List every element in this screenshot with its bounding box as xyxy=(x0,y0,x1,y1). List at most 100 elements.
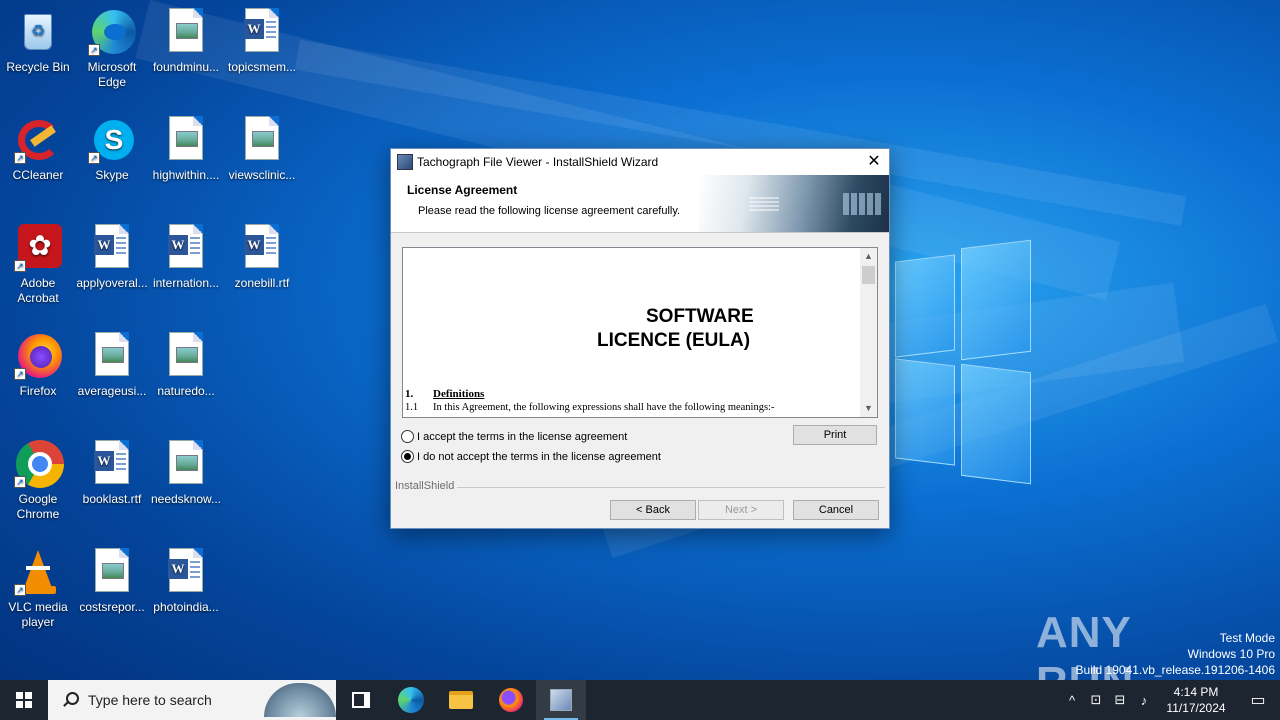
desktop-icon-file[interactable]: needsknow... xyxy=(148,434,224,507)
shortcut-arrow-icon: ↗ xyxy=(14,152,26,164)
shortcut-arrow-icon: ↗ xyxy=(88,44,100,56)
radio-decline-indicator[interactable] xyxy=(401,450,414,463)
acrobat-icon: ✿ ↗ xyxy=(14,224,62,272)
desktop-icon-label: booklast.rtf xyxy=(82,492,142,506)
next-button[interactable]: Next > xyxy=(698,500,784,520)
desktop-icon-firefox[interactable]: ↗ Firefox xyxy=(0,326,76,399)
desktop-icon-file[interactable]: highwithin.... xyxy=(148,110,224,183)
edge-icon: ↗ xyxy=(88,8,136,56)
clock[interactable]: 4:14 PM 11/17/2024 xyxy=(1156,684,1236,716)
notification-icon[interactable]: ▭ xyxy=(1236,690,1280,710)
license-heading-line1: SOFTWARE xyxy=(646,306,754,327)
cancel-button[interactable]: Cancel xyxy=(793,500,879,520)
installshield-group: InstallShield xyxy=(395,480,885,492)
network-icon[interactable]: ⊟ xyxy=(1108,692,1132,708)
desktop-icon-file[interactable]: W photoindia... xyxy=(148,542,224,615)
chrome-icon: ↗ xyxy=(14,440,64,488)
volume-icon[interactable]: ♪ xyxy=(1132,693,1156,708)
desktop-icon-skype[interactable]: S ↗ Skype xyxy=(74,110,150,183)
radio-accept-indicator[interactable] xyxy=(401,430,414,443)
recycle-bin-icon: ♻ xyxy=(14,8,62,56)
desktop-icon-label: Skype xyxy=(95,168,129,182)
license-section-heading: 1. Definitions xyxy=(405,388,484,400)
taskbar-installer[interactable] xyxy=(536,680,586,720)
desktop-icon-recycle-bin[interactable]: ♻ Recycle Bin xyxy=(0,2,76,75)
desktop-icon-file[interactable]: W applyoveral... xyxy=(74,218,150,291)
taskbar-file-explorer[interactable] xyxy=(436,680,486,720)
line-number: 1.1 xyxy=(405,402,419,413)
desktop-icon-label: Adobe Acrobat xyxy=(17,276,59,305)
desktop-icon-ccleaner[interactable]: ↗ CCleaner xyxy=(0,110,76,183)
desktop-icon-label: CCleaner xyxy=(12,168,64,182)
shortcut-arrow-icon: ↗ xyxy=(14,260,26,272)
windows-start-icon xyxy=(16,692,32,708)
firefox-icon xyxy=(499,688,523,712)
radio-decline[interactable]: I do not accept the terms in the license… xyxy=(401,450,661,463)
build-label: Build 19041.vb_release.191206-1406 xyxy=(1075,663,1276,677)
start-button[interactable] xyxy=(0,680,48,720)
taskbar-edge[interactable] xyxy=(386,680,436,720)
desktop-icon-file[interactable]: naturedo... xyxy=(148,326,224,399)
license-text-box[interactable]: SOFTWARE LICENCE (EULA) 1. Definitions 1.… xyxy=(402,247,878,418)
clock-date: 11/17/2024 xyxy=(1166,701,1226,715)
print-button[interactable]: Print xyxy=(793,425,877,445)
desktop-icon-file[interactable]: averageusi... xyxy=(74,326,150,399)
taskbar-firefox[interactable] xyxy=(486,680,536,720)
vlc-icon: ↗ xyxy=(14,548,62,596)
task-view-icon xyxy=(352,692,370,708)
chevron-up-icon[interactable]: ^ xyxy=(1060,693,1084,708)
task-view-button[interactable] xyxy=(336,680,386,720)
search-icon xyxy=(62,692,79,708)
license-content: SOFTWARE LICENCE (EULA) 1. Definitions 1.… xyxy=(403,248,861,417)
desktop-icon-file[interactable]: W zonebill.rtf xyxy=(224,218,300,291)
windows-logo-wallpaper xyxy=(895,239,1035,485)
system-tray: ^ ⊡ ⊟ ♪ 4:14 PM 11/17/2024 ▭ xyxy=(1060,680,1280,720)
license-scrollbar[interactable]: ▲ ▼ xyxy=(860,248,877,417)
test-mode-label: Test Mode xyxy=(1219,631,1275,645)
desktop-icon-file[interactable]: W booklast.rtf xyxy=(74,434,150,507)
image-file-icon xyxy=(238,116,286,164)
desktop-icon-label: naturedo... xyxy=(157,384,215,398)
desktop-icon-chrome[interactable]: ↗ Google Chrome xyxy=(0,434,76,522)
windows-edition-label: Windows 10 Pro xyxy=(1187,647,1275,661)
image-file-icon xyxy=(162,332,210,380)
installshield-dialog: Tachograph File Viewer - InstallShield W… xyxy=(390,148,890,529)
desktop-icon-label: Recycle Bin xyxy=(6,60,70,74)
security-icon[interactable]: ⊡ xyxy=(1084,692,1108,708)
dialog-titlebar[interactable]: Tachograph File Viewer - InstallShield W… xyxy=(391,149,889,175)
skype-icon: S ↗ xyxy=(88,116,136,164)
desktop-icon-label: applyoveral... xyxy=(76,276,148,290)
desktop-icon-label: averageusi... xyxy=(77,384,147,398)
desktop-icon-label: internation... xyxy=(152,276,220,290)
desktop-icon-file[interactable]: W topicsmem... xyxy=(224,2,300,75)
line-text: In this Agreement, the following express… xyxy=(433,402,775,413)
desktop-icon-file[interactable]: viewsclinic... xyxy=(224,110,300,183)
ccleaner-icon: ↗ xyxy=(14,116,62,164)
desktop-icon-edge[interactable]: ↗ Microsoft Edge xyxy=(74,2,150,90)
desktop-icon-label: costsrepor... xyxy=(79,600,145,614)
back-button[interactable]: < Back xyxy=(610,500,696,520)
image-file-icon xyxy=(88,332,136,380)
word-document-icon: W xyxy=(238,224,286,272)
desktop-icon-file[interactable]: W internation... xyxy=(148,218,224,291)
test-mode-info: Test Mode Windows 10 Pro Build 19041.vb_… xyxy=(1076,630,1276,678)
banner-artwork xyxy=(699,175,889,232)
desktop-icon-file[interactable]: foundminu... xyxy=(148,2,224,75)
desktop-icon-file[interactable]: costsrepor... xyxy=(74,542,150,615)
desktop-icon-vlc[interactable]: ↗ VLC media player xyxy=(0,542,76,630)
edge-icon xyxy=(398,687,424,713)
taskbar-search[interactable]: Type here to search xyxy=(48,680,336,720)
close-icon[interactable]: ✕ xyxy=(859,149,889,175)
desktop-icon-acrobat[interactable]: ✿ ↗ Adobe Acrobat xyxy=(0,218,76,306)
scroll-up-icon[interactable]: ▲ xyxy=(860,248,877,265)
word-document-icon: W xyxy=(162,224,210,272)
scroll-thumb[interactable] xyxy=(862,266,875,284)
word-document-icon: W xyxy=(88,440,136,488)
desktop-icon-label: foundminu... xyxy=(152,60,220,74)
folder-icon xyxy=(449,691,473,709)
desktop-icon-label: Microsoft Edge xyxy=(87,60,137,89)
banner-subtitle: Please read the following license agreem… xyxy=(418,205,681,217)
radio-accept[interactable]: I accept the terms in the license agreem… xyxy=(401,430,627,443)
scroll-down-icon[interactable]: ▼ xyxy=(860,400,877,417)
image-file-icon xyxy=(162,8,210,56)
